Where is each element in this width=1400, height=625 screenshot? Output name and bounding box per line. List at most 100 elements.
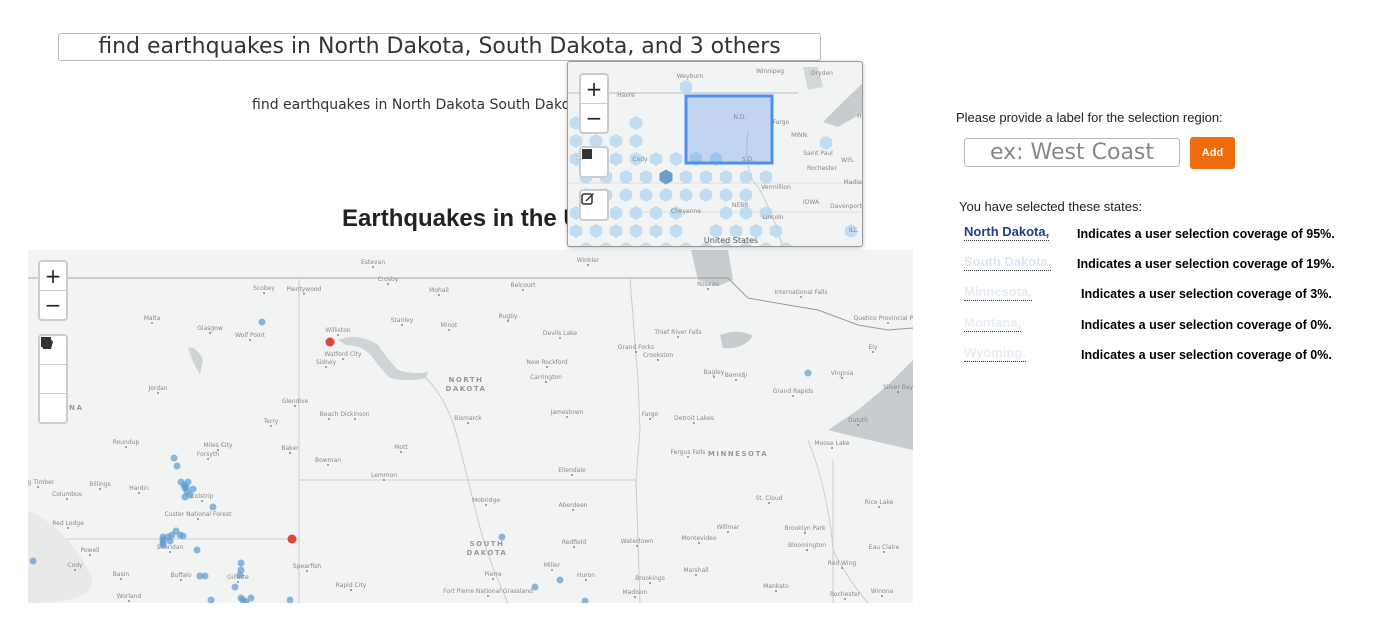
earthquake-marker[interactable] [170,454,178,462]
hexbin-cell[interactable] [679,188,693,202]
city-dot [571,474,573,476]
city-label: Willmar [717,524,740,531]
mini-zoom-out-button[interactable]: − [581,103,607,132]
hexbin-cell[interactable] [669,224,683,238]
state-link[interactable]: South Dakota, [964,254,1052,271]
hexbin-cell[interactable] [569,224,583,238]
state-link[interactable]: Minnesota, [964,284,1032,301]
earthquake-marker[interactable] [201,572,209,580]
hexbin-cell[interactable] [629,134,643,148]
hexbin-cell[interactable] [719,206,733,220]
rectangle-tool-button[interactable] [40,337,66,393]
hexbin-cell[interactable] [629,116,643,130]
hexbin-cell[interactable] [609,134,623,148]
query-input[interactable]: find earthquakes in North Dakota, South … [58,33,821,61]
hexbin-cell[interactable] [649,152,663,166]
hexbin-cell[interactable] [759,242,773,247]
region-label: DAKOTA [467,549,508,557]
city-dot [841,377,843,379]
earthquake-marker[interactable] [181,493,189,501]
earthquake-marker[interactable] [179,532,187,540]
hexbin-cell-dense[interactable] [659,169,673,185]
hexbin-cell[interactable] [719,170,733,184]
earthquake-marker[interactable] [207,596,215,604]
earthquake-marker[interactable] [173,462,181,470]
hexbin-cell[interactable] [679,170,693,184]
city-dot [695,574,697,576]
hexbin-cell[interactable] [609,152,623,166]
earthquake-marker[interactable] [236,571,244,579]
state-link[interactable]: Wyoming. [964,345,1026,362]
hexbin-cell[interactable] [679,242,693,247]
state-row-north-dakota: North Dakota, Indicates a user selection… [964,224,1364,248]
hexbin-cell[interactable] [619,188,633,202]
earthquake-marker[interactable] [231,583,239,591]
hexbin-cell[interactable] [589,224,603,238]
earthquake-marker[interactable] [193,546,201,554]
hexbin-cell[interactable] [599,242,613,247]
zoom-in-button[interactable]: + [40,262,66,290]
zoom-out-button[interactable]: − [40,290,66,319]
city-dot [237,581,239,583]
earthquake-marker-highlighted[interactable] [287,534,297,544]
main-map[interactable]: Estevan Winkler Scobey Plentywood Crosby Malt… [28,250,913,603]
earthquake-marker-highlighted[interactable] [325,337,335,347]
earthquake-marker[interactable] [531,583,539,591]
city-dot [120,578,122,580]
hexbin-cell[interactable] [609,224,623,238]
hexbin-cell[interactable] [579,242,593,247]
mini-edit-button[interactable] [581,191,607,219]
circle-tool-button[interactable] [40,337,66,422]
state-link[interactable]: Montana, [964,315,1022,332]
city-label: Devils Lake [543,330,578,337]
hexbin-cell[interactable] [759,170,773,184]
selection-mini-map[interactable]: Weyburn Winnipeg Dryden Havre N.D. Fargo MINN.… [567,61,863,247]
hexbin-cell[interactable] [649,224,663,238]
earthquake-marker[interactable] [247,594,255,602]
hexbin-cell[interactable] [669,152,683,166]
hexbin-cell[interactable] [629,224,643,238]
earthquake-marker[interactable] [581,597,589,604]
hexbin-cell[interactable] [719,188,733,202]
add-label-button[interactable]: Add [1190,137,1235,169]
earthquake-marker[interactable] [209,503,217,511]
hexbin-cell[interactable] [619,242,633,247]
hexbin-cell[interactable] [639,170,653,184]
city-label: Glendive [282,398,309,405]
earthquake-marker[interactable] [556,576,564,584]
hexbin-cell[interactable] [659,188,673,202]
hexbin-cell[interactable] [629,206,643,220]
hexbin-cell[interactable] [769,224,783,238]
state-link[interactable]: North Dakota, [964,224,1050,241]
hexbin-cell[interactable] [679,80,693,94]
hexbin-cell[interactable] [819,136,833,150]
earthquake-marker[interactable] [237,559,245,567]
city-dot [151,322,153,324]
city-dot [792,395,794,397]
hexbin-cell[interactable] [659,242,673,247]
hexbin-cell[interactable] [639,242,653,247]
hexbin-cell[interactable] [639,188,653,202]
main-map-canvas[interactable]: Estevan Winkler Scobey Plentywood Crosby Malt… [28,250,913,603]
region-label-input[interactable] [964,138,1180,167]
hexbin-cell[interactable] [739,188,753,202]
hexbin-cell[interactable] [619,170,633,184]
hexbin-cell[interactable] [739,170,753,184]
mini-rectangle-tool-button[interactable] [581,148,607,176]
hexbin-cell[interactable] [609,206,623,220]
earthquake-marker[interactable] [29,557,37,565]
city-dot [768,502,770,504]
earthquake-marker[interactable] [166,537,174,545]
city-dot [546,366,548,368]
earthquake-marker[interactable] [286,596,294,604]
mini-map-canvas[interactable]: WeyburnWinnipeg DrydenHavreN.D.FargoMINN.… [568,62,863,247]
earthquake-marker[interactable] [159,536,167,544]
hexbin-cell[interactable] [649,206,663,220]
hexbin-cell[interactable] [699,170,713,184]
earthquake-marker[interactable] [189,485,197,493]
earthquake-marker[interactable] [498,533,506,541]
mini-zoom-in-button[interactable]: + [581,75,607,103]
hexbin-cell[interactable] [699,188,713,202]
earthquake-marker[interactable] [258,318,266,326]
earthquake-marker[interactable] [804,369,812,377]
